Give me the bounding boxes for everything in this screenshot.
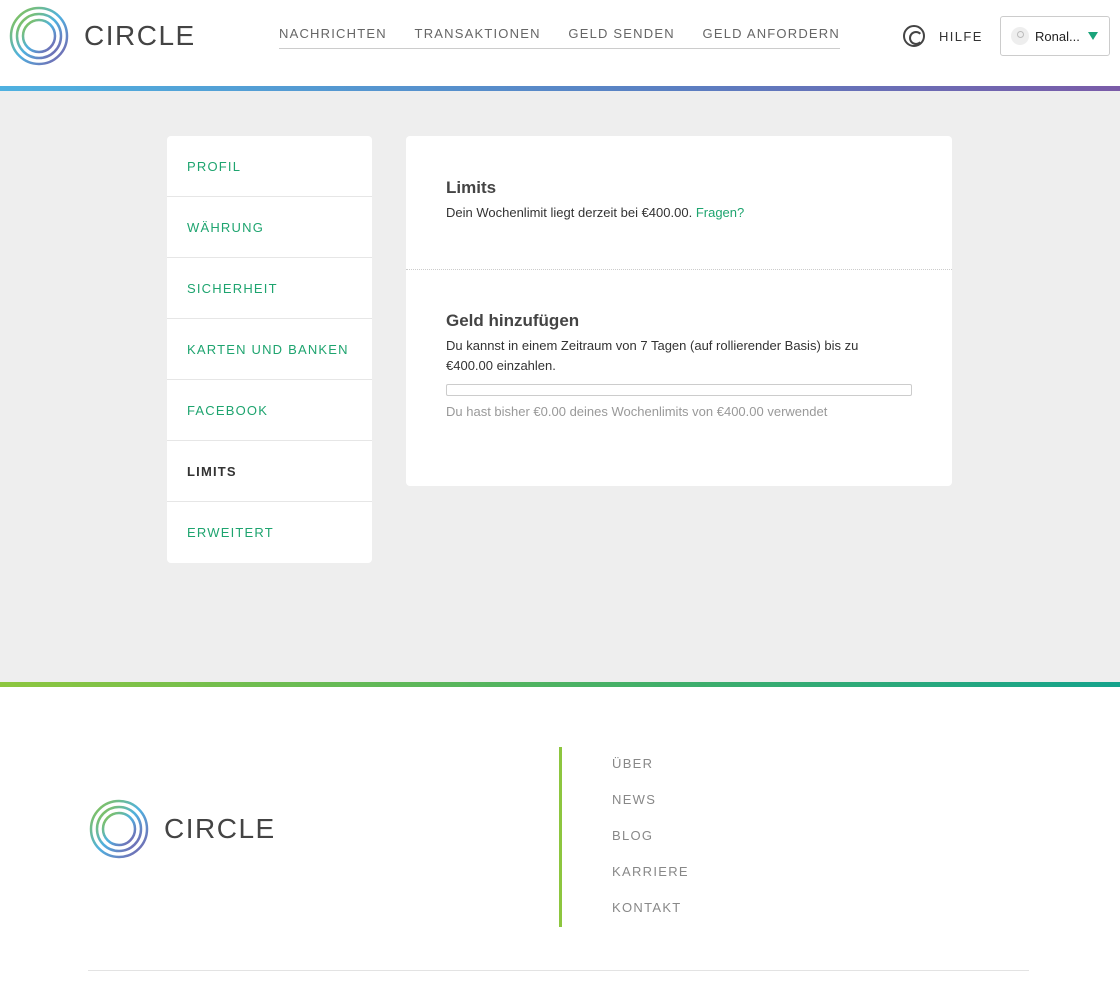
circle-logo[interactable]: CIRCLE [8,5,196,67]
sidebar-item-profile[interactable]: PROFIL [167,136,372,197]
user-name: Ronal... [1035,28,1080,44]
footer-links: ÜBER NEWS BLOG KARRIERE KONTAKT [612,756,689,936]
limits-title: Limits [446,178,497,197]
sidebar-item-facebook[interactable]: FACEBOOK [167,380,372,441]
weekly-limit-progress-bar [446,384,912,396]
nav-transactions[interactable]: TRANSAKTIONEN [415,26,541,48]
footer-link-news[interactable]: NEWS [612,792,689,828]
sidebar-item-limits[interactable]: LIMITS [167,441,372,502]
main-nav: NACHRICHTEN TRANSAKTIONEN GELD SENDEN GE… [279,26,840,49]
nav-send-money[interactable]: GELD SENDEN [568,26,674,48]
usage-text: Du hast bisher €0.00 deines Wochenlimits… [446,404,828,419]
nav-request-money[interactable]: GELD ANFORDERN [703,26,840,48]
circle-logo-icon [9,6,69,66]
settings-sidebar: PROFIL WÄHRUNG SICHERHEIT KARTEN UND BAN… [167,136,372,563]
footer-link-contact[interactable]: KONTAKT [612,900,689,936]
footer-divider [559,747,562,927]
nav-messages[interactable]: NACHRICHTEN [279,26,387,48]
footer-brand-name: CIRCLE [164,813,276,844]
add-money-text-line1: Du kannst in einem Zeitraum von 7 Tagen … [446,338,859,353]
sidebar-item-advanced[interactable]: ERWEITERT [167,502,372,563]
footer-link-careers[interactable]: KARRIERE [612,864,689,900]
avatar-icon [1011,27,1029,45]
limits-section: Limits Dein Wochenlimit liegt derzeit be… [406,136,952,270]
limits-text: Dein Wochenlimit liegt derzeit bei €400.… [446,203,744,223]
limits-panel: Limits Dein Wochenlimit liegt derzeit be… [406,136,952,486]
sidebar-item-security[interactable]: SICHERHEIT [167,258,372,319]
footer-gradient-stripe [0,682,1120,687]
site-header: CIRCLE NACHRICHTEN TRANSAKTIONEN GELD SE… [0,0,1120,86]
weekly-limit-text: Dein Wochenlimit liegt derzeit bei €400.… [446,205,693,220]
footer-logo[interactable]: CIRCLE [88,798,276,860]
footer-rule [88,970,1029,971]
sidebar-item-cards-banks[interactable]: KARTEN UND BANKEN [167,319,372,380]
questions-link[interactable]: Fragen? [696,205,744,220]
footer-link-about[interactable]: ÜBER [612,756,689,792]
user-menu-button[interactable]: Ronal... [1000,16,1110,56]
help-link[interactable]: HILFE [903,25,983,47]
add-money-description: Du kannst in einem Zeitraum von 7 Tagen … [446,336,858,376]
circle-logo-icon [89,799,149,859]
main-content: PROFIL WÄHRUNG SICHERHEIT KARTEN UND BAN… [0,91,1120,682]
footer-link-blog[interactable]: BLOG [612,828,689,864]
lifebuoy-icon [903,25,925,47]
caret-down-icon [1087,32,1098,40]
add-money-text-line2: €400.00 einzahlen. [446,358,556,373]
brand-name: CIRCLE [84,20,196,51]
help-label: HILFE [939,28,983,44]
add-money-title: Geld hinzufügen [446,311,580,330]
sidebar-item-currency[interactable]: WÄHRUNG [167,197,372,258]
